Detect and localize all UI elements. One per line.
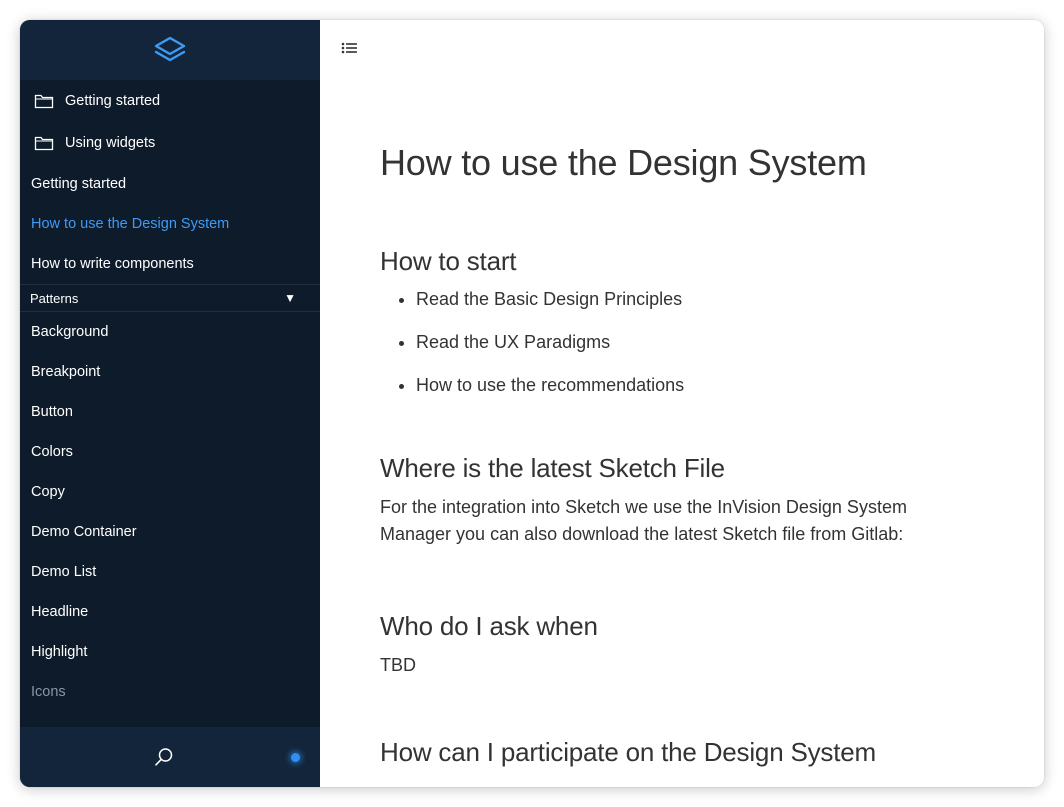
sketch-text-line-2: Manager you can also download the latest… <box>380 524 904 544</box>
sidebar-folder-getting-started[interactable]: Getting started <box>20 80 320 122</box>
folder-icon <box>34 135 54 151</box>
triangle-down-icon: ▼ <box>284 291 296 305</box>
link-ux-paradigms[interactable]: Read the UX Paradigms <box>416 332 610 352</box>
app-window: Getting started Using widgets Getting st… <box>20 20 1044 787</box>
ask-paragraph: TBD <box>380 655 416 675</box>
section-heading-sketch-file: Where is the latest Sketch File <box>380 453 725 483</box>
sidebar-nav: Getting started Using widgets Getting st… <box>20 80 320 727</box>
sidebar-item-getting-started[interactable]: Getting started <box>20 164 320 204</box>
sketch-paragraph: For the integration into Sketch we use t… <box>380 494 980 548</box>
sidebar-folder-using-widgets[interactable]: Using widgets <box>20 122 320 164</box>
sidebar-item-how-to-use[interactable]: How to use the Design System <box>20 204 320 244</box>
main-content: How to use the Design System How to star… <box>320 20 1044 787</box>
list-icon[interactable] <box>340 41 360 57</box>
sidebar-item-button[interactable]: Button <box>20 392 320 432</box>
layers-icon[interactable] <box>153 35 187 65</box>
start-list: Read the Basic Design Principles Read th… <box>380 287 980 398</box>
sidebar: Getting started Using widgets Getting st… <box>20 20 320 787</box>
link-recommendations[interactable]: How to use the recommendations <box>416 375 684 395</box>
sidebar-item-highlight[interactable]: Highlight <box>20 632 320 672</box>
list-item: How to use the recommendations <box>416 373 980 398</box>
list-item: Read the Basic Design Principles <box>416 287 980 312</box>
sidebar-folder-label: Getting started <box>65 93 161 109</box>
section-label: Patterns <box>30 290 79 306</box>
sidebar-item-colors[interactable]: Colors <box>20 432 320 472</box>
sidebar-item-copy[interactable]: Copy <box>20 472 320 512</box>
folder-icon <box>34 93 54 109</box>
section-heading-participate: How can I participate on the Design Syst… <box>380 737 876 767</box>
article: How to use the Design System How to star… <box>380 138 980 770</box>
status-indicator <box>291 753 300 762</box>
sidebar-item-headline[interactable]: Headline <box>20 592 320 632</box>
list-item: Read the UX Paradigms <box>416 330 980 355</box>
page-title: How to use the Design System <box>380 142 867 183</box>
sidebar-item-how-to-write[interactable]: How to write components <box>20 244 320 284</box>
sidebar-footer <box>20 727 320 787</box>
sketch-text-line-1: For the integration into Sketch we use t… <box>380 497 907 517</box>
link-basic-design-principles[interactable]: Read the Basic Design Principles <box>416 289 682 309</box>
sidebar-item-demo-list[interactable]: Demo List <box>20 552 320 592</box>
sidebar-header <box>20 20 320 80</box>
section-heading-how-to-start: How to start <box>380 246 517 276</box>
sidebar-item-background[interactable]: Background <box>20 312 320 352</box>
sidebar-item-icons[interactable]: Icons <box>20 672 320 712</box>
section-heading-who-to-ask: Who do I ask when <box>380 611 598 641</box>
search-icon[interactable] <box>153 746 175 768</box>
sidebar-folder-label: Using widgets <box>65 135 156 151</box>
sidebar-section-patterns[interactable]: Patterns ▼ <box>20 284 320 312</box>
sidebar-item-breakpoint[interactable]: Breakpoint <box>20 352 320 392</box>
sidebar-item-demo-container[interactable]: Demo Container <box>20 512 320 552</box>
